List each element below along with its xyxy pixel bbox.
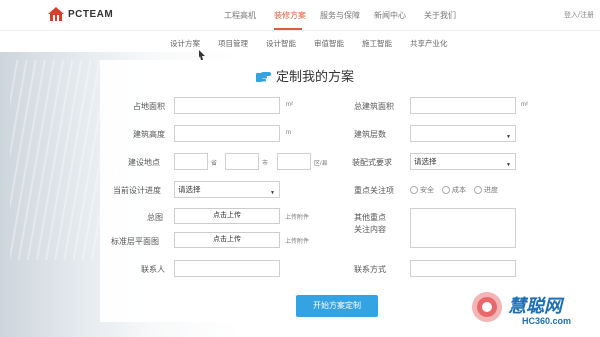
watermark-text: 慧聪网	[508, 296, 562, 316]
other-focus-textarea[interactable]	[410, 208, 516, 248]
city-unit: 市	[262, 161, 269, 167]
focus-option-safety[interactable]: 安全	[410, 185, 434, 195]
equipment-select[interactable]: 请选择 ▼	[410, 153, 516, 170]
standard-floor-label: 标准层平面图	[111, 237, 159, 246]
other-label-1: 其他重点	[354, 213, 386, 222]
drawing-upload-button[interactable]: 点击上传	[174, 208, 280, 224]
nav-item-service[interactable]: 服务与保障	[315, 10, 365, 21]
standard-floor-upload-note: 上传附件	[285, 239, 310, 245]
city-input[interactable]	[225, 153, 259, 170]
drawing-label: 总图	[147, 213, 163, 222]
start-customization-button[interactable]: 开始方案定制	[296, 295, 378, 317]
floors-select[interactable]: ▼	[410, 125, 516, 142]
radio-icon	[410, 186, 418, 194]
watermark-url: HC360.com	[522, 316, 572, 326]
top-bar: PCTEAM 工程高机 装修方案 服务与保障 新闻中心 关于我们 登入/注册	[0, 0, 600, 31]
watermark-logo-icon	[472, 292, 502, 322]
standard-floor-upload-button[interactable]: 点击上传	[174, 232, 280, 248]
total-area-label: 总建筑面积	[354, 102, 394, 111]
area-input[interactable]	[174, 97, 280, 114]
contact-method-label: 联系方式	[354, 265, 386, 274]
district-unit: 区/县	[314, 161, 328, 167]
subnav-item-share[interactable]: 共享产业化	[410, 38, 448, 49]
equipment-label: 装配式要求	[352, 158, 392, 167]
height-input[interactable]	[174, 125, 280, 142]
location-label: 建设地点	[128, 158, 160, 167]
focus-label: 重点关注项	[354, 186, 394, 195]
province-unit: 省	[211, 161, 218, 167]
active-nav-indicator	[274, 28, 302, 30]
stage-select-value: 请选择	[178, 185, 201, 194]
stage-label: 当前设计进度	[113, 186, 161, 195]
subnav-item-design[interactable]: 设计方案	[170, 38, 200, 49]
contact-label: 联系人	[141, 265, 165, 274]
equipment-select-value: 请选择	[414, 157, 437, 166]
nav-item-news[interactable]: 新闻中心	[365, 10, 415, 21]
nav-item-projects[interactable]: 工程高机	[215, 10, 265, 21]
subnav-item-review[interactable]: 审值智能	[314, 38, 344, 49]
total-area-input[interactable]	[410, 97, 516, 114]
district-input[interactable]	[277, 153, 311, 170]
pointing-hand-icon	[256, 71, 271, 82]
subnav-item-design-smart[interactable]: 设计智能	[266, 38, 296, 49]
focus-option-label: 进度	[484, 187, 498, 194]
logo[interactable]: PCTEAM	[48, 7, 113, 21]
focus-option-label: 安全	[420, 187, 434, 194]
logo-house-icon	[48, 7, 64, 21]
other-label-2: 关注内容	[354, 225, 386, 234]
contact-input[interactable]	[174, 260, 280, 277]
contact-method-input[interactable]	[410, 260, 516, 277]
mouse-cursor-icon	[199, 50, 205, 60]
logo-text: PCTEAM	[68, 8, 114, 20]
area-label: 占地面积	[133, 102, 165, 111]
province-input[interactable]	[174, 153, 208, 170]
nav-item-solutions[interactable]: 装修方案	[265, 10, 315, 21]
watermark: 慧聪网 HC360.com	[470, 290, 598, 334]
height-label: 建筑高度	[133, 130, 165, 139]
radio-icon	[442, 186, 450, 194]
page-title: 定制我的方案	[276, 69, 355, 84]
drawing-upload-note: 上传附件	[285, 215, 310, 221]
total-area-unit: m²	[521, 102, 528, 108]
focus-option-label: 成本	[452, 187, 466, 194]
subnav-item-construction[interactable]: 施工智能	[362, 38, 392, 49]
main-nav: 工程高机 装修方案 服务与保障 新闻中心 关于我们	[215, 10, 465, 21]
height-unit: m	[286, 130, 291, 136]
dropdown-arrow-icon: ▼	[270, 190, 275, 196]
focus-option-schedule[interactable]: 进度	[474, 185, 498, 195]
nav-item-about[interactable]: 关于我们	[415, 10, 465, 21]
login-link[interactable]: 登入/注册	[564, 10, 594, 20]
focus-option-cost[interactable]: 成本	[442, 185, 466, 195]
sub-nav: 设计方案 项目管理 设计智能 审值智能 施工智能 共享产业化	[170, 38, 466, 49]
dropdown-arrow-icon: ▼	[506, 162, 511, 168]
floors-label: 建筑层数	[354, 130, 386, 139]
area-unit: m²	[286, 102, 293, 108]
subnav-item-project[interactable]: 项目管理	[218, 38, 248, 49]
focus-options: 安全 成本 进度	[410, 185, 506, 195]
form-title: 定制我的方案	[256, 66, 354, 85]
radio-icon	[474, 186, 482, 194]
stage-select[interactable]: 请选择 ▼	[174, 181, 280, 198]
dropdown-arrow-icon: ▼	[506, 134, 511, 140]
